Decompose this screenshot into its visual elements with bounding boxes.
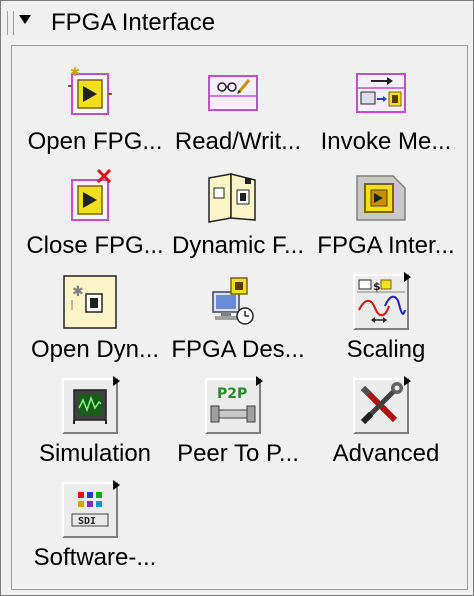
advanced-tools-icon [349,374,413,438]
palette-item-simulation[interactable]: Simulation [15,362,165,467]
palette-header[interactable]: FPGA Interface [1,1,473,45]
palette-item-label: Open FPG... [27,128,163,155]
palette-items-panel: ✱ Open FPG... Read/Writ... Invoke Me... … [11,45,468,590]
palette-item-label: Close FPG... [26,232,164,259]
open-fpga-reference-icon: ✱ [58,62,122,126]
peer-to-peer-icon: P2P [201,374,265,438]
svg-text:✱: ✱ [70,65,80,79]
palette-item-fpga-interface-constant[interactable]: FPGA Inter... [306,154,456,259]
read-write-control-icon [201,62,265,126]
palette-item-label: Advanced [332,440,440,467]
palette-item-label: Software-... [33,544,157,571]
software-designed-instrument-icon: SDI [58,478,122,542]
submenu-arrow-icon [256,376,263,386]
palette-item-read-write-control[interactable]: Read/Writ... [158,50,308,155]
svg-text:P2P: P2P [217,386,247,402]
palette-item-invoke-method[interactable]: Invoke Me... [306,50,456,155]
palette-item-label: Read/Writ... [174,128,302,155]
palette-item-label: Simulation [38,440,152,467]
close-fpga-reference-icon [58,166,122,230]
palette-item-close-fpga-reference[interactable]: Close FPG... [15,154,165,259]
scaling-icon: $ [349,270,413,334]
palette-item-open-fpga-reference[interactable]: ✱ Open FPG... [15,50,165,155]
drag-grip-icon[interactable] [7,11,14,35]
submenu-arrow-icon [113,480,120,490]
palette-title: FPGA Interface [51,9,216,36]
palette-item-label: Scaling [346,336,426,363]
invoke-method-icon [349,62,413,126]
palette-item-label: Peer To P... [177,440,299,467]
palette-item-dynamic-fpga-interface-cast[interactable]: Dynamic F... [158,154,308,259]
svg-text:$: $ [373,280,381,293]
dynamic-fpga-interface-cast-icon [201,166,265,230]
fpga-interface-palette: FPGA Interface ✱ Open FPG... Read/Writ..… [0,0,474,596]
fpga-desktop-execution-icon [201,270,265,334]
submenu-arrow-icon [404,272,411,282]
palette-item-advanced[interactable]: Advanced [306,362,456,467]
svg-text:SDI: SDI [78,516,96,527]
palette-item-label: FPGA Des... [171,336,305,363]
open-dynamic-bitfile-reference-icon: ✱ [58,270,122,334]
svg-text:✱: ✱ [72,284,84,300]
palette-item-scaling[interactable]: $ Scaling [306,258,456,363]
palette-item-fpga-desktop-execution[interactable]: FPGA Des... [158,258,308,363]
palette-item-software-designed-instrument[interactable]: SDI Software-... [15,466,165,571]
palette-item-open-dynamic-bitfile-reference[interactable]: ✱ Open Dyn... [15,258,165,363]
palette-item-label: Dynamic F... [171,232,305,259]
palette-item-label: Open Dyn... [30,336,160,363]
palette-item-label: Invoke Me... [320,128,452,155]
palette-item-label: FPGA Inter... [317,232,455,259]
simulation-icon [58,374,122,438]
submenu-arrow-icon [404,376,411,386]
collapse-triangle-icon[interactable] [19,15,31,24]
fpga-interface-constant-icon [349,166,413,230]
submenu-arrow-icon [113,376,120,386]
palette-item-peer-to-peer[interactable]: P2P Peer To P... [158,362,308,467]
